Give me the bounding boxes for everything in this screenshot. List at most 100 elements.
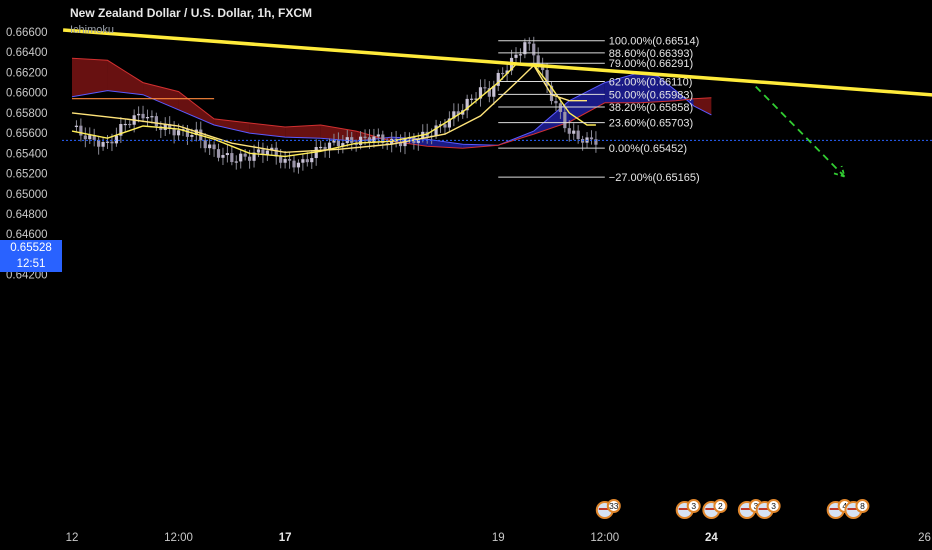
event-count-label: 3 [771,501,776,511]
x-axis-tick-label: 12 [66,532,79,544]
candle-body [172,128,176,136]
candle-body [137,113,141,116]
candle-body [101,142,105,147]
candle-body [523,42,527,55]
candle-body [97,139,101,147]
x-axis-tick-label: 26 [918,532,931,544]
candle-body [514,54,518,58]
candle-body [336,140,340,147]
candle-body [296,162,301,168]
y-axis-tick-label: 0.65000 [6,189,48,201]
candle-body [208,144,212,149]
fib-level-label: 50.00%(0.65983) [609,89,693,101]
y-axis-tick-label: 0.66600 [6,27,48,39]
candle-body [558,103,562,112]
candle-body [376,134,380,137]
candle-body [576,130,580,139]
y-axis-tick-label: 0.65200 [6,169,48,181]
x-axis-tick-label: 12:00 [164,532,193,544]
y-axis-tick-label: 0.65400 [6,148,48,160]
cloud-segment [693,97,712,115]
candle-body [128,123,132,126]
candle-body [123,123,127,126]
event-count-label: 33 [609,501,619,511]
candle-body [79,125,83,136]
y-axis-tick-label: 0.66200 [6,67,48,79]
candle-body [283,159,287,163]
candle-body [567,128,571,134]
economic-events: 33 3 2 3 3 4 8 [595,499,870,519]
bar-countdown-label: 12:51 [0,256,62,272]
fib-level-label: 79.00%(0.66291) [609,58,693,70]
x-axis-tick-label: 12:00 [590,532,619,544]
candle-body [114,135,118,144]
candle-body [83,135,87,140]
cloud-segment [107,60,144,95]
candle-body [88,135,92,140]
fib-level-label: 38.20%(0.65858) [609,102,693,114]
candle-body [74,125,79,128]
candle-body [443,124,447,128]
cloud-segment [178,91,215,126]
candle-body [212,144,216,150]
fib-level-label: 100.00%(0.66514) [609,36,700,48]
candle-body [141,113,145,119]
candle-body [501,72,505,75]
price-chart[interactable]: 100.00%(0.66514)88.60%(0.66393)79.00%(0.… [0,0,932,550]
candle-body [518,54,523,56]
candle-body [572,130,576,134]
event-marker[interactable]: 3 [755,499,781,519]
candle-body [305,159,309,163]
x-axis-tick-label: 24 [705,532,718,544]
chart-title: New Zealand Dollar / U.S. Dollar, 1h, FX… [70,6,313,20]
candle-body [239,153,243,162]
candle-body [110,141,114,144]
candle-body [248,156,252,161]
candle-body [532,43,536,56]
x-axis-tick-label: 19 [492,532,505,544]
x-axis-tick-label: 17 [279,532,292,544]
cloud-segment [72,58,108,97]
candle-body [234,161,238,163]
candle-body [470,98,474,100]
y-axis-tick-label: 0.66400 [6,47,48,59]
candle-body [287,159,292,161]
candle-body [176,130,181,136]
indicator-label[interactable]: Ichimoku [70,24,114,36]
event-marker[interactable]: 33 [595,499,621,519]
candle-body [243,153,247,157]
event-marker[interactable]: 2 [702,499,728,519]
y-axis-tick-label: 0.64800 [6,209,48,221]
event-count-label: 8 [860,501,865,511]
fib-level-label: −27.00%(0.65165) [609,172,700,184]
candle-body [221,155,225,158]
candle-body [292,160,296,168]
projection-arrow [755,85,846,178]
y-axis-tick-label: 0.65800 [6,108,48,120]
fib-level-label: 0.00%(0.65452) [609,143,687,155]
fibonacci-retracement: 100.00%(0.66514)88.60%(0.66393)79.00%(0.… [498,36,700,184]
candle-body [301,159,305,163]
fib-level-label: 62.00%(0.66110) [609,77,693,89]
candle-body [154,116,158,127]
candle-body [145,117,150,119]
candle-body [190,135,194,137]
candle-body [363,136,367,138]
event-count-label: 3 [691,501,696,511]
candle-body [279,156,283,163]
chart-axes: 0.66600 0.66400 0.66200 0.66000 0.65800 0.656… [6,27,931,544]
candle-body [554,101,558,104]
candle-body [563,111,567,129]
event-count-label: 2 [718,501,723,511]
event-marker[interactable]: 8 [844,499,870,519]
candle-body [216,149,221,158]
candle-body [185,129,190,137]
fib-level-label: 23.60%(0.65703) [609,118,693,130]
y-axis-tick-label: 0.66000 [6,88,48,100]
last-price-label: 0.65528 [0,240,62,256]
candle-body [256,149,261,153]
candle-body [225,153,229,156]
candle-body [150,116,154,118]
candle-body [310,158,314,163]
event-marker[interactable]: 3 [675,499,701,519]
